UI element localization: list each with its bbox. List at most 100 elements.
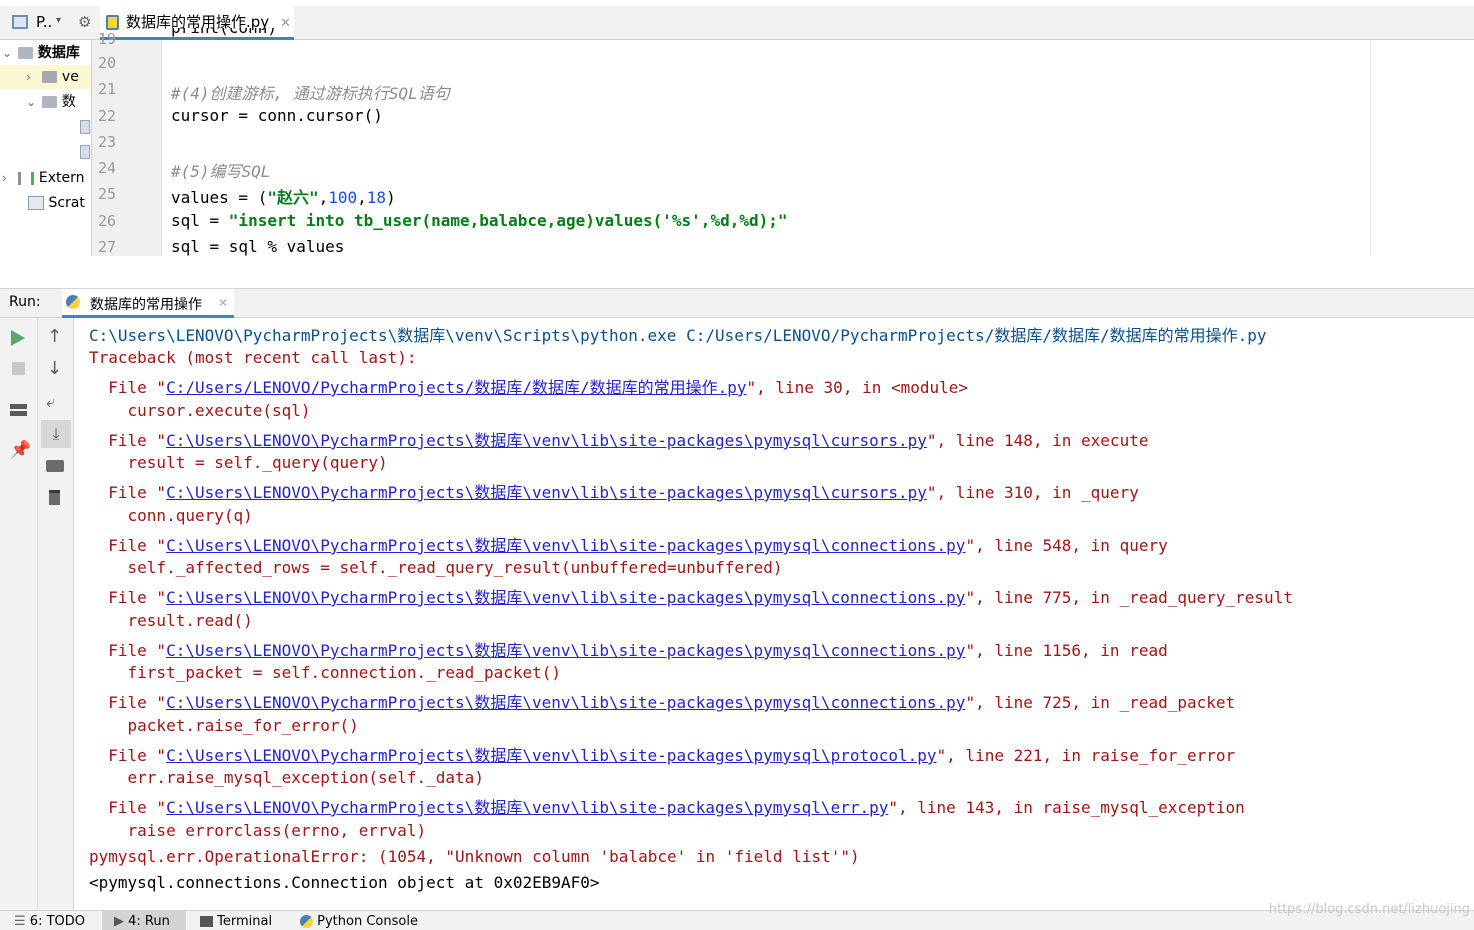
run-tab-label: 数据库的常用操作: [90, 297, 202, 313]
traceback-code: packet.raise_for_error(): [89, 716, 359, 735]
traceback-code: first_packet = self.connection._read_pac…: [89, 663, 562, 682]
traceback-frame: File "C:\Users\LENOVO\PycharmProjects\数据…: [89, 746, 1236, 765]
code-line-comment: #(5)编写SQL: [171, 162, 271, 181]
tree-item-label: 数据库: [37, 45, 80, 61]
tree-item-scratches[interactable]: Scrat: [28, 191, 85, 215]
traceback-file-link[interactable]: C:\Users\LENOVO\PycharmProjects\数据库\venv…: [166, 798, 888, 817]
chevron-down-icon[interactable]: ⌄: [26, 90, 38, 114]
arrow-down-icon[interactable]: ↓: [47, 358, 62, 379]
pin-icon[interactable]: 📌: [10, 440, 31, 460]
tree-item-file[interactable]: [80, 140, 90, 164]
traceback-frame: File "C:\Users\LENOVO\PycharmProjects\数据…: [89, 798, 1245, 817]
editor-right-margin: [1370, 40, 1371, 256]
code-line: values = ("赵六",100,18): [171, 188, 396, 207]
chevron-down-icon[interactable]: ⌄: [2, 41, 14, 65]
print-icon[interactable]: [46, 460, 64, 472]
watermark: https://blog.csdn.net/lizhuojing: [1268, 902, 1470, 917]
tab-run[interactable]: ▶ 4: Run: [102, 911, 186, 930]
tab-terminal[interactable]: Terminal: [200, 911, 272, 930]
tab-python-console[interactable]: Python Console: [300, 911, 418, 930]
traceback-frame: File "C:\Users\LENOVO\PycharmProjects\数据…: [89, 483, 1139, 502]
close-icon[interactable]: ✕: [280, 16, 291, 31]
tab-label: 6: TODO: [29, 914, 85, 929]
traceback-file-link[interactable]: C:/Users/LENOVO/PycharmProjects/数据库/数据库/…: [166, 378, 746, 397]
project-panel-header: P.. ▾ ⚙: [0, 6, 92, 40]
gear-icon[interactable]: ⚙: [78, 13, 91, 31]
trash-icon[interactable]: [49, 490, 60, 505]
tab-label: 4: Run: [128, 914, 170, 929]
soft-wrap-icon[interactable]: ⤶: [46, 392, 55, 412]
close-icon[interactable]: ✕: [218, 296, 228, 310]
project-view-title[interactable]: P..: [36, 13, 52, 31]
line-number: 24: [98, 159, 117, 177]
run-label: Run:: [9, 294, 41, 310]
traceback-code: conn.query(q): [89, 506, 253, 525]
line-number: 21: [98, 80, 117, 98]
traceback-frame: File "C:\Users\LENOVO\PycharmProjects\数据…: [89, 536, 1168, 555]
traceback-file-link[interactable]: C:\Users\LENOVO\PycharmProjects\数据库\venv…: [166, 483, 927, 502]
stop-icon[interactable]: [12, 362, 25, 375]
traceback-file-link[interactable]: C:\Users\LENOVO\PycharmProjects\数据库\venv…: [166, 588, 965, 607]
line-number: 22: [98, 107, 117, 125]
traceback-code: err.raise_mysql_exception(self._data): [89, 768, 484, 787]
python-file-icon: [80, 145, 90, 159]
scroll-to-end-icon[interactable]: ⤓: [41, 420, 71, 448]
code-line: print(conn): [171, 28, 277, 42]
traceback-code: self._affected_rows = self._read_query_r…: [89, 558, 783, 577]
console-command-line: C:\Users\LENOVO\PycharmProjects\数据库\venv…: [89, 326, 1267, 345]
code-line: sql = "insert into tb_user(name,balabce,…: [171, 211, 788, 230]
run-panel-header: Run: 数据库的常用操作 ✕: [0, 288, 1474, 318]
tree-item-package[interactable]: ⌄ 数: [26, 90, 76, 114]
traceback-frame: File "C:\Users\LENOVO\PycharmProjects\数据…: [89, 588, 1293, 607]
line-number: 27: [98, 238, 117, 256]
traceback-frame: File "C:\Users\LENOVO\PycharmProjects\数据…: [89, 693, 1236, 712]
traceback-file-link[interactable]: C:\Users\LENOVO\PycharmProjects\数据库\venv…: [166, 641, 965, 660]
traceback-file-link[interactable]: C:\Users\LENOVO\PycharmProjects\数据库\venv…: [166, 431, 927, 450]
layout-icon[interactable]: [10, 404, 27, 416]
arrow-up-icon[interactable]: ↑: [47, 326, 62, 347]
traceback-file-link[interactable]: C:\Users\LENOVO\PycharmProjects\数据库\venv…: [166, 693, 965, 712]
run-config-tab[interactable]: 数据库的常用操作 ✕: [62, 289, 234, 318]
tree-item-label: 数: [61, 94, 76, 110]
line-number: 25: [98, 185, 117, 203]
run-toolbar-primary: 📌: [0, 318, 38, 910]
chevron-down-icon[interactable]: ▾: [56, 15, 61, 26]
tree-item-file[interactable]: [80, 115, 90, 139]
project-tree: ⌄ 数据库 › ve ⌄ 数 › Extern Scrat: [0, 40, 92, 270]
tree-item-label: Extern: [38, 170, 85, 186]
traceback-code: cursor.execute(sql): [89, 401, 311, 420]
python-icon: [300, 915, 313, 928]
chevron-right-icon[interactable]: ›: [26, 65, 38, 89]
tree-item-label: ve: [61, 69, 79, 85]
tree-item-label: Scrat: [48, 195, 85, 211]
python-icon: [66, 295, 80, 309]
terminal-icon: [200, 916, 213, 927]
scratches-icon: [28, 196, 44, 210]
python-file-icon: [80, 120, 90, 134]
python-file-icon: [106, 15, 119, 30]
run-toolbar-secondary: ↑ ↓ ⤶ ⤓: [38, 318, 74, 910]
console-error-message: pymysql.err.OperationalError: (1054, "Un…: [89, 847, 860, 866]
panel-splitter[interactable]: [0, 256, 1474, 288]
tree-item-external-libraries[interactable]: › Extern: [2, 166, 85, 190]
chevron-right-icon[interactable]: ›: [2, 166, 14, 190]
traceback-file-link[interactable]: C:\Users\LENOVO\PycharmProjects\数据库\venv…: [166, 536, 965, 555]
project-view-icon[interactable]: [12, 15, 28, 29]
traceback-frame: File "C:\Users\LENOVO\PycharmProjects\数据…: [89, 431, 1149, 450]
run-icon[interactable]: [11, 330, 25, 346]
list-icon: ☰: [14, 914, 26, 929]
traceback-code: raise errorclass(errno, errval): [89, 821, 427, 840]
tab-todo[interactable]: ☰ 6: TODO: [14, 911, 85, 930]
traceback-file-link[interactable]: C:\Users\LENOVO\PycharmProjects\数据库\venv…: [166, 746, 936, 765]
tree-item-root[interactable]: ⌄ 数据库: [2, 41, 80, 65]
tree-item-venv[interactable]: › ve: [0, 65, 91, 89]
console-traceback-header: Traceback (most recent call last):: [89, 348, 417, 367]
folder-icon: [42, 96, 58, 108]
tab-label: Terminal: [217, 914, 273, 929]
tool-window-bar: ☰ 6: TODO ▶ 4: Run Terminal Python Conso…: [0, 910, 1474, 930]
code-line: cursor = conn.cursor(): [171, 106, 383, 125]
line-number: 20: [98, 54, 117, 72]
console-output-line: <pymysql.connections.Connection object a…: [89, 873, 600, 892]
code-line: sql = sql % values: [171, 237, 345, 256]
tab-label: Python Console: [317, 914, 418, 929]
